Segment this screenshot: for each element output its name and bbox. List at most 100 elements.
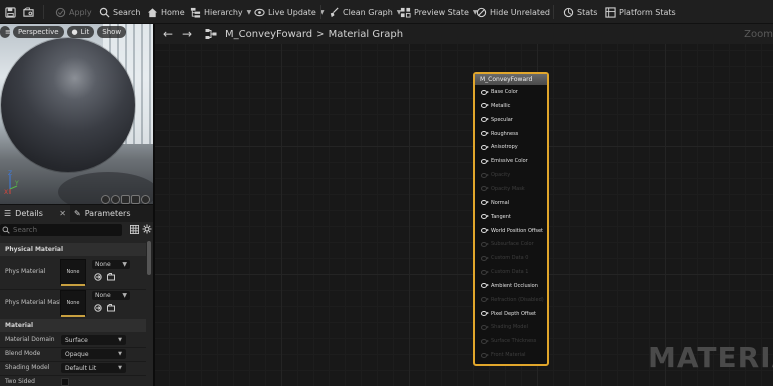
material-domain-dropdown[interactable]: Surface ▼ <box>61 335 126 345</box>
hierarchy-button[interactable]: Hierarchy ▼ <box>189 0 251 24</box>
pin-connector-icon[interactable] <box>481 214 489 220</box>
home-icon <box>146 6 158 18</box>
node-input-pin[interactable]: Shading Model <box>481 322 528 332</box>
search-button[interactable]: Search <box>98 0 140 24</box>
viewport-options-bar: ≡ Perspective ● Lit Show <box>0 26 127 38</box>
close-icon[interactable]: ✕ <box>59 209 66 218</box>
stats-button[interactable]: Stats <box>562 0 597 24</box>
preview-viewport[interactable]: ≡ Perspective ● Lit Show Z Y X <box>0 24 153 204</box>
gear-icon[interactable] <box>142 224 152 234</box>
broom-icon <box>328 6 340 18</box>
node-input-pin[interactable]: Emissive Color <box>481 156 528 166</box>
details-search-input[interactable] <box>13 226 113 234</box>
node-input-pin[interactable]: Surface Thickness <box>481 336 536 346</box>
clean-graph-button[interactable]: Clean Graph ▼ <box>328 0 401 24</box>
node-input-pin[interactable]: Metallic <box>481 101 510 111</box>
grid-view-icon[interactable] <box>130 225 139 234</box>
details-scrollbar[interactable] <box>147 241 151 275</box>
live-update-button[interactable]: Live Update ▼ <box>253 0 324 24</box>
node-input-pin[interactable]: Tangent <box>481 212 511 222</box>
node-input-pin[interactable]: Custom Data 1 <box>481 267 528 277</box>
phys-material-mask-thumbnail[interactable]: None <box>60 290 86 317</box>
apply-label: Apply <box>69 7 92 17</box>
home-button[interactable]: Home <box>146 0 185 24</box>
node-input-pin[interactable]: Pixel Depth Offset <box>481 309 536 319</box>
cube-preview-button[interactable] <box>131 195 140 204</box>
pin-connector-icon[interactable] <box>481 241 489 247</box>
material-result-node[interactable]: M_ConveyFoward Base Color Metallic Specula… <box>473 72 549 366</box>
pin-connector-icon[interactable] <box>481 255 489 261</box>
use-selected-icon[interactable] <box>94 304 102 312</box>
details-tab-bar: ☰ Details ✕ ✎ Parameters <box>0 205 153 222</box>
pin-connector-icon[interactable] <box>481 103 489 109</box>
pin-connector-icon[interactable] <box>481 311 489 317</box>
pin-connector-icon[interactable] <box>481 172 489 178</box>
pin-connector-icon[interactable] <box>481 297 489 303</box>
pin-connector-icon[interactable] <box>481 200 489 206</box>
preview-state-button[interactable]: Preview State ▼ <box>399 0 477 24</box>
material-graph-canvas[interactable] <box>155 24 773 386</box>
pin-connector-icon[interactable] <box>481 269 489 275</box>
chevron-down-icon: ▼ <box>122 292 127 299</box>
cylinder-preview-button[interactable] <box>101 195 110 204</box>
node-input-pin[interactable]: Specular <box>481 115 513 125</box>
material-section-header[interactable]: Material <box>0 319 146 332</box>
pin-connector-icon[interactable] <box>481 144 489 150</box>
apply-button[interactable]: Apply <box>54 0 92 24</box>
show-button[interactable]: Show <box>97 26 127 38</box>
teapot-preview-button[interactable] <box>141 195 150 204</box>
node-input-pin[interactable]: Opacity Mask <box>481 184 525 194</box>
node-input-pin[interactable]: Base Color <box>481 87 518 97</box>
node-input-pin[interactable]: World Position Offset <box>481 226 543 236</box>
pin-connector-icon[interactable] <box>481 338 489 344</box>
pin-connector-icon[interactable] <box>481 186 489 192</box>
forward-arrow-icon[interactable]: → <box>180 27 194 41</box>
save-button[interactable] <box>4 0 16 24</box>
pin-label: Normal <box>491 199 510 206</box>
phys-material-dropdown[interactable]: None ▼ <box>92 260 130 269</box>
tab-parameters[interactable]: ✎ Parameters <box>70 205 135 222</box>
shading-model-dropdown[interactable]: Default Lit ▼ <box>61 363 126 373</box>
browse-folder-icon[interactable] <box>107 304 115 312</box>
node-input-pin[interactable]: Opacity <box>481 170 510 180</box>
pin-connector-icon[interactable] <box>481 117 489 123</box>
tab-details[interactable]: ☰ Details ✕ <box>0 205 70 222</box>
back-arrow-icon[interactable]: ← <box>161 27 175 41</box>
blend-mode-dropdown[interactable]: Opaque ▼ <box>61 349 126 359</box>
node-input-pin[interactable]: Roughness <box>481 129 518 139</box>
breadcrumb-graph[interactable]: Material Graph <box>329 29 403 40</box>
phys-material-mask-dropdown[interactable]: None ▼ <box>92 291 130 300</box>
physical-material-section-header[interactable]: Physical Material <box>0 243 146 256</box>
pin-connector-icon[interactable] <box>481 89 489 95</box>
node-input-pin[interactable]: Front Material <box>481 350 526 360</box>
lit-button[interactable]: ● Lit <box>66 26 95 38</box>
hide-unrelated-button[interactable]: Hide Unrelated <box>475 0 550 24</box>
node-title: M_ConveyFoward <box>475 74 547 85</box>
node-input-pin[interactable]: Subsurface Color <box>481 239 534 249</box>
pin-connector-icon[interactable] <box>481 324 489 330</box>
graph-breadcrumb-bar: ← → M_ConveyFoward > Material Graph Zoom <box>155 24 773 44</box>
breadcrumb-asset[interactable]: M_ConveyFoward <box>225 29 312 40</box>
pin-connector-icon[interactable] <box>481 131 489 137</box>
sphere-preview-button[interactable] <box>111 195 120 204</box>
viewport-menu-button[interactable]: ≡ <box>0 26 11 38</box>
browse-button[interactable] <box>22 0 34 24</box>
two-sided-checkbox[interactable] <box>61 378 69 386</box>
chevron-down-icon: ▼ <box>118 365 122 371</box>
pin-connector-icon[interactable] <box>481 283 489 289</box>
browse-folder-icon[interactable] <box>107 273 115 281</box>
node-input-pin[interactable]: Custom Data 0 <box>481 253 528 263</box>
node-input-pin[interactable]: Normal <box>481 198 509 208</box>
node-input-pin[interactable]: Anisotropy <box>481 142 518 152</box>
pin-connector-icon[interactable] <box>481 352 489 358</box>
plane-preview-button[interactable] <box>121 195 130 204</box>
pin-connector-icon[interactable] <box>481 228 489 233</box>
node-input-pin[interactable]: Refraction (Disabled) <box>481 295 544 305</box>
pin-label: World Position Offset <box>491 227 543 234</box>
perspective-button[interactable]: Perspective <box>13 26 64 38</box>
pin-connector-icon[interactable] <box>481 158 489 164</box>
node-input-pin[interactable]: Ambient Occlusion <box>481 281 538 291</box>
use-selected-icon[interactable] <box>94 273 102 281</box>
phys-material-thumbnail[interactable]: None <box>60 259 86 286</box>
platform-stats-button[interactable]: Platform Stats <box>604 0 676 24</box>
